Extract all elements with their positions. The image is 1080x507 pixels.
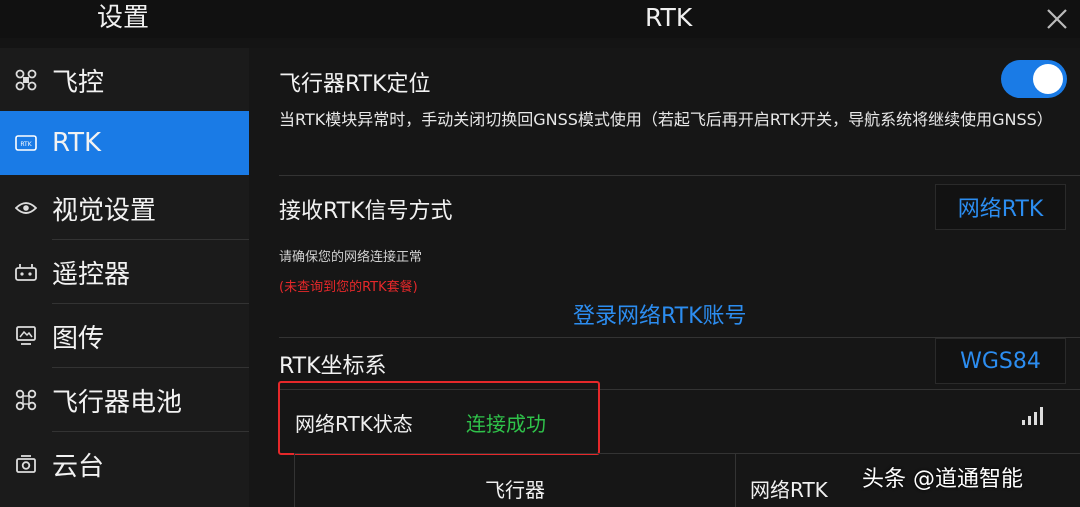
receive-method-title: 接收RTK信号方式 <box>279 199 453 224</box>
network-rtk-status-label: 网络RTK状态 <box>295 412 413 436</box>
sidebar-item-aircraft-battery[interactable]: 飞行器电池 <box>0 368 249 432</box>
svg-text:RTK: RTK <box>20 141 32 148</box>
settings-title: 设置 <box>97 3 150 33</box>
rtk-positioning-title: 飞行器RTK定位 <box>279 72 431 97</box>
sidebar-item-image-transmission[interactable]: 图传 <box>0 304 249 368</box>
eye-icon <box>14 196 38 220</box>
aircraft-battery-icon <box>14 388 38 412</box>
page-title: RTK <box>645 3 693 32</box>
rtk-icon: RTK <box>14 131 38 155</box>
table-column-divider <box>735 454 736 507</box>
receive-method-select[interactable]: 网络RTK <box>935 184 1066 230</box>
coordinate-system-title: RTK坐标系 <box>279 354 387 379</box>
image-transmission-icon <box>14 324 38 348</box>
sidebar-item-label: RTK <box>52 128 102 158</box>
remote-controller-icon <box>14 260 38 284</box>
watermark: 头条 @道通智能 <box>862 467 1023 492</box>
login-network-rtk-link[interactable]: 登录网络RTK账号 <box>573 298 747 330</box>
sidebar-item-label: 云台 <box>52 451 105 482</box>
sidebar-item-label: 图传 <box>52 323 105 354</box>
sidebar: 飞控 RTK RTK 视觉设置 遥控器 图传 飞行器电池 云台 <box>0 48 249 507</box>
sidebar-item-label: 遥控器 <box>52 259 131 290</box>
sidebar-item-vision-settings[interactable]: 视觉设置 <box>0 176 249 240</box>
toggle-knob <box>1033 64 1063 94</box>
top-bar: 设置 RTK <box>0 0 1080 38</box>
rtk-settings-panel: 飞行器RTK定位 当RTK模块异常时，手动关闭切换回GNSS模式使用（若起飞后再… <box>249 48 1080 507</box>
sidebar-item-flight-control[interactable]: 飞控 <box>0 48 249 112</box>
sidebar-item-label: 飞行器电池 <box>52 387 183 418</box>
gimbal-camera-icon <box>14 452 38 476</box>
rtk-positioning-description: 当RTK模块异常时，手动关闭切换回GNSS模式使用（若起飞后再开启RTK开关，导… <box>279 110 1053 129</box>
rtk-plan-warning: (未查询到您的RTK套餐) <box>279 280 418 295</box>
close-icon <box>1047 9 1067 29</box>
sidebar-item-label: 飞控 <box>52 67 105 98</box>
coordinate-system-select[interactable]: WGS84 <box>935 338 1066 384</box>
signal-strength-icon <box>1022 407 1043 425</box>
sidebar-item-label: 视觉设置 <box>52 195 157 226</box>
drone-icon <box>14 68 38 92</box>
sidebar-item-remote-controller[interactable]: 遥控器 <box>0 240 249 304</box>
divider <box>279 175 1080 176</box>
table-header-network-rtk: 网络RTK <box>750 478 828 502</box>
table-header-aircraft: 飞行器 <box>485 478 545 502</box>
close-button[interactable] <box>1040 2 1074 36</box>
network-note: 请确保您的网络连接正常 <box>279 250 423 265</box>
network-rtk-status-value: 连接成功 <box>466 412 546 436</box>
sidebar-item-gimbal[interactable]: 云台 <box>0 432 249 496</box>
sidebar-item-rtk[interactable]: RTK RTK <box>0 111 249 175</box>
rtk-positioning-toggle[interactable] <box>1001 60 1067 98</box>
